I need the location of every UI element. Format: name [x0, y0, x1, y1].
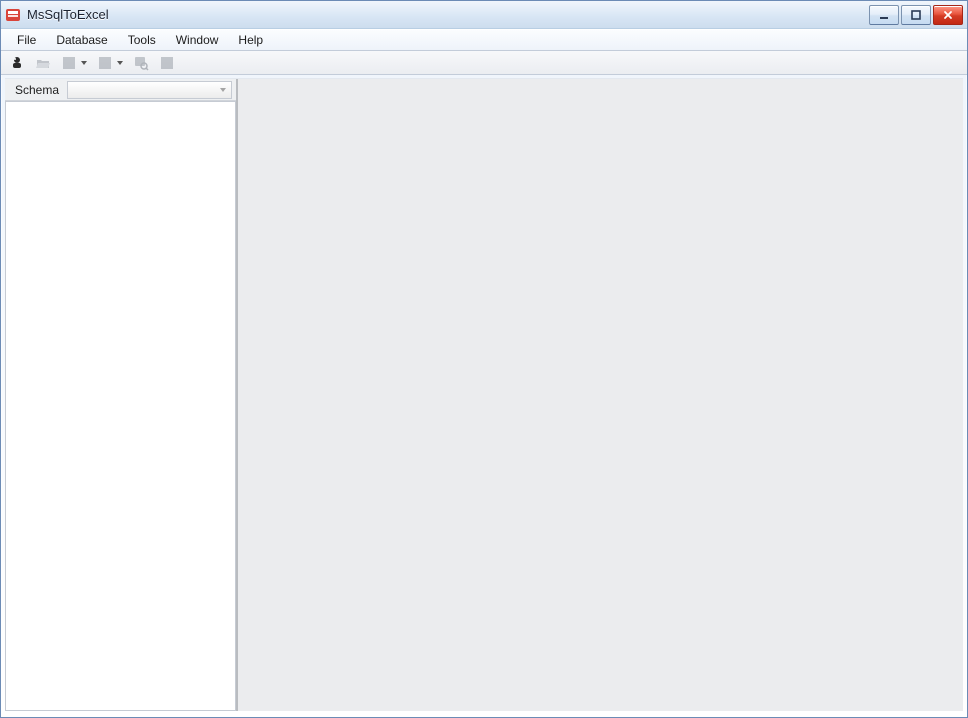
maximize-button[interactable] — [901, 5, 931, 25]
export-icon[interactable] — [59, 53, 79, 73]
export-split-button[interactable] — [59, 53, 89, 73]
schema-dropdown[interactable] — [67, 81, 232, 99]
schema-row: Schema — [5, 79, 236, 101]
app-icon — [5, 7, 21, 23]
chevron-down-icon[interactable] — [79, 53, 89, 73]
client-area: Schema — [5, 78, 963, 711]
toolbar — [1, 51, 967, 75]
menu-database[interactable]: Database — [46, 30, 117, 50]
chevron-down-icon — [219, 83, 227, 97]
chevron-down-icon[interactable] — [115, 53, 125, 73]
sidebar: Schema — [5, 79, 238, 711]
content-area — [238, 79, 963, 711]
connect-icon[interactable] — [7, 53, 27, 73]
schema-label: Schema — [15, 83, 59, 97]
run-icon[interactable] — [157, 53, 177, 73]
import-icon[interactable] — [95, 53, 115, 73]
schema-tree[interactable] — [5, 101, 236, 711]
titlebar: MsSqlToExcel — [1, 1, 967, 29]
open-icon[interactable] — [33, 53, 53, 73]
close-button[interactable] — [933, 5, 963, 25]
window-controls — [867, 5, 963, 25]
menu-tools[interactable]: Tools — [118, 30, 166, 50]
query-icon[interactable] — [131, 53, 151, 73]
menu-window[interactable]: Window — [166, 30, 229, 50]
page-title: MsSqlToExcel — [27, 7, 109, 22]
menu-file[interactable]: File — [7, 30, 46, 50]
minimize-button[interactable] — [869, 5, 899, 25]
menubar: File Database Tools Window Help — [1, 29, 967, 51]
menu-help[interactable]: Help — [228, 30, 273, 50]
import-split-button[interactable] — [95, 53, 125, 73]
app-window: MsSqlToExcel File Database Tools Window … — [0, 0, 968, 718]
